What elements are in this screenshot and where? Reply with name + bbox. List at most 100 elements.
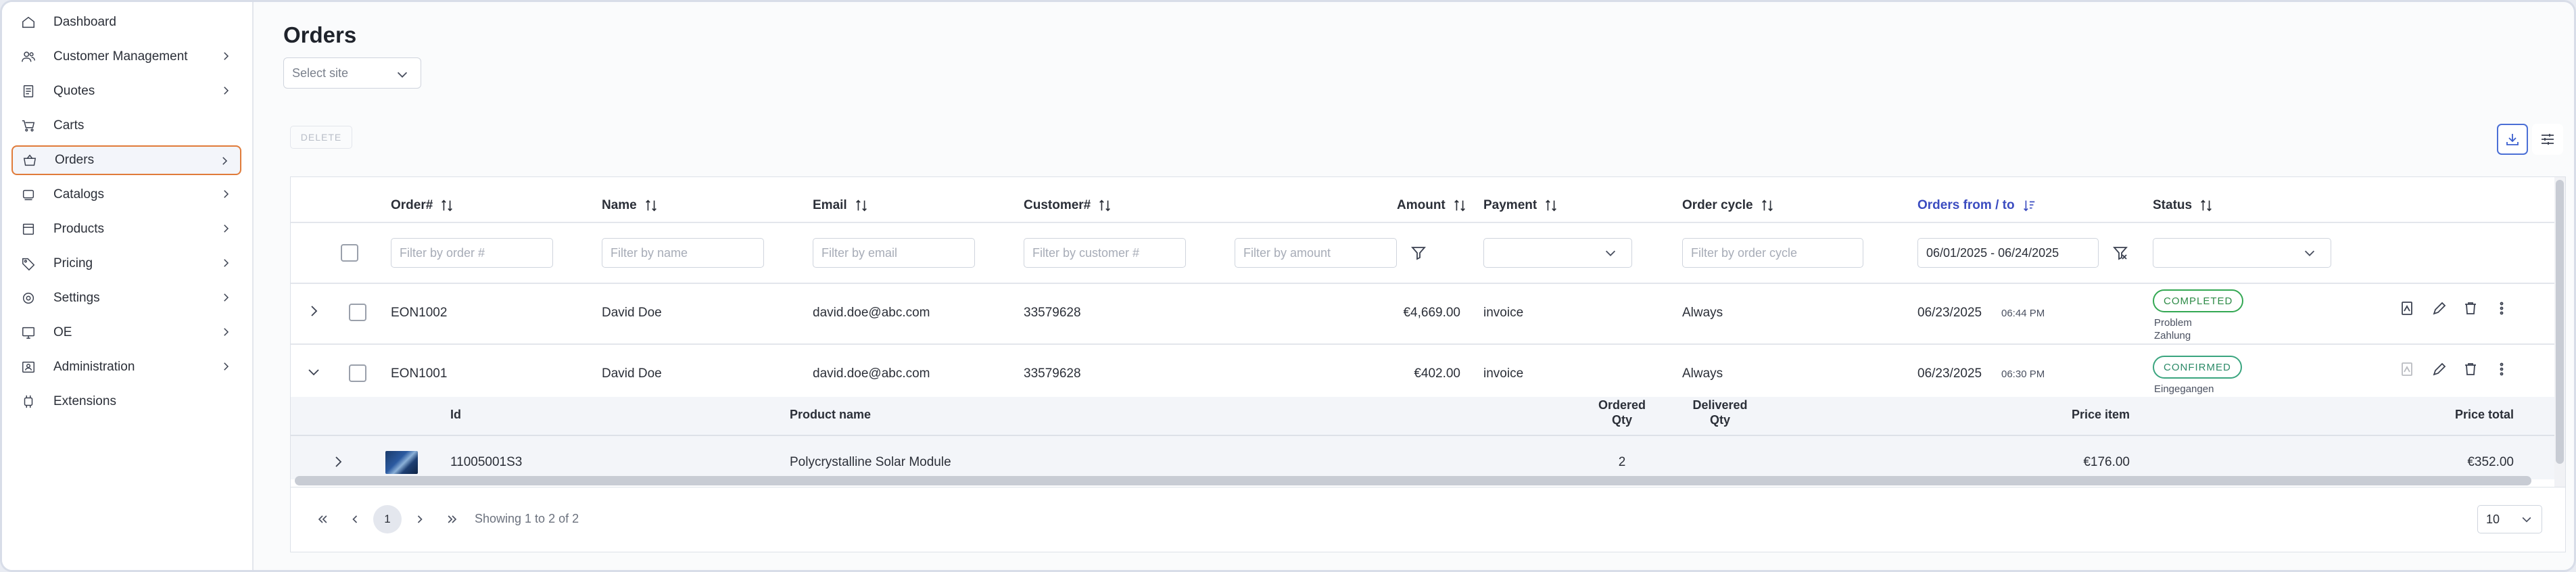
download-button[interactable]	[2497, 124, 2528, 155]
sidebar-item-catalogs[interactable]: Catalogs	[11, 180, 241, 210]
page-size-select[interactable]: 10	[2477, 505, 2542, 533]
payment: invoice	[1483, 366, 1524, 381]
payment-filter-select[interactable]	[1483, 238, 1632, 268]
pdf-icon[interactable]	[2399, 300, 2415, 320]
filter-email-input[interactable]: Filter by email	[813, 238, 975, 268]
filter-order-input[interactable]: Filter by order #	[391, 238, 553, 268]
product-id: 11005001S3	[450, 455, 523, 469]
status-note: Eingegangen	[2154, 383, 2214, 395]
prev-page-button[interactable]	[341, 505, 369, 533]
header-status[interactable]: Status	[2153, 192, 2214, 219]
horizontal-scrollbar[interactable]	[295, 476, 2531, 485]
header-amount[interactable]: Amount	[1397, 192, 1467, 219]
status-filter-select[interactable]	[2153, 238, 2331, 268]
last-page-button[interactable]	[438, 505, 467, 533]
sidebar-item-orders[interactable]: Orders	[11, 145, 241, 175]
status-badge: CONFIRMED	[2153, 356, 2242, 379]
edit-icon[interactable]	[2431, 361, 2448, 381]
clear-filter-icon[interactable]	[2112, 245, 2128, 264]
header-order-cycle[interactable]: Order cycle	[1682, 192, 1775, 219]
sidebar-item-label: OE	[53, 325, 72, 339]
next-page-button[interactable]	[406, 505, 434, 533]
more-options-icon[interactable]	[2494, 361, 2510, 381]
page-number-button[interactable]: 1	[373, 505, 402, 533]
sidebar-item-extensions[interactable]: Extensions	[11, 387, 241, 416]
site-select-placeholder: Select site	[292, 66, 349, 80]
sidebar-item-dashboard[interactable]: Dashboard	[11, 7, 241, 37]
row-checkbox[interactable]	[349, 364, 366, 382]
delete-icon[interactable]	[2462, 300, 2479, 320]
sidebar-item-quotes[interactable]: Quotes	[11, 76, 241, 106]
sidebar-item-products[interactable]: Products	[11, 214, 241, 244]
collapse-row-icon[interactable]	[306, 364, 322, 383]
gear-icon	[21, 291, 36, 306]
header-label: Customer#	[1024, 198, 1091, 212]
product-thumbnail	[385, 451, 418, 474]
app-frame: Dashboard Customer Management Quotes Car…	[0, 0, 2576, 572]
header-label: Amount	[1397, 198, 1446, 212]
sidebar-item-label: Extensions	[53, 394, 116, 408]
sort-icon	[1454, 199, 1465, 212]
vertical-scrollbar[interactable]	[2554, 177, 2565, 487]
header-order[interactable]: Order#	[391, 192, 454, 219]
header-customer[interactable]: Customer#	[1024, 192, 1112, 219]
sidebar-item-settings[interactable]: Settings	[11, 283, 241, 313]
row-checkbox[interactable]	[349, 304, 366, 321]
filter-order-cycle-input[interactable]: Filter by order cycle	[1682, 238, 1863, 268]
date-range-input[interactable]: 06/01/2025 - 06/24/2025	[1917, 238, 2099, 268]
sidebar-item-carts[interactable]: Carts	[11, 111, 241, 141]
header-email[interactable]: Email	[813, 192, 869, 219]
sidebar-item-customer-management[interactable]: Customer Management	[11, 42, 241, 72]
subheader-product-name: Product name	[790, 408, 872, 421]
sidebar-item-pricing[interactable]: Pricing	[11, 249, 241, 279]
filter-customer-input[interactable]: Filter by customer #	[1024, 238, 1186, 268]
expand-row-icon[interactable]	[330, 454, 346, 473]
users-icon	[21, 49, 36, 64]
results-count: Showing 1 to 2 of 2	[475, 512, 579, 525]
filter-name-input[interactable]: Filter by name	[602, 238, 764, 268]
delete-button[interactable]: DELETE	[290, 126, 352, 149]
sidebar-item-label: Products	[53, 222, 104, 236]
header-label: Payment	[1483, 198, 1537, 212]
payment: invoice	[1483, 306, 1524, 320]
order-time: 06:30 PM	[2001, 368, 2045, 380]
chevron-right-icon	[220, 360, 232, 373]
chevron-down-icon	[2302, 245, 2317, 264]
orders-table: Order# Name Email Customer# Amount Payme…	[290, 176, 2566, 487]
chevron-down-icon	[2520, 513, 2533, 529]
column-settings-button[interactable]	[2532, 124, 2563, 155]
expand-row-icon[interactable]	[306, 303, 322, 323]
chevron-right-icon	[220, 50, 232, 62]
header-label: Email	[813, 198, 847, 212]
scrollbar-thumb[interactable]	[2556, 180, 2564, 464]
sidebar-item-label: Quotes	[53, 84, 95, 98]
page-size-value: 10	[2486, 512, 2500, 526]
tag-icon	[21, 256, 36, 271]
select-all-checkbox[interactable]	[341, 244, 358, 262]
divider	[291, 435, 2554, 436]
pdf-icon[interactable]	[2399, 361, 2415, 381]
header-label: Name	[602, 198, 637, 212]
header-name[interactable]: Name	[602, 192, 659, 219]
order-time: 06:44 PM	[2001, 308, 2045, 319]
more-options-icon[interactable]	[2494, 300, 2510, 320]
sort-descending-icon	[2023, 200, 2034, 212]
divider	[291, 283, 2554, 284]
order-date: 06/23/2025	[1917, 366, 1982, 381]
sidebar-item-oe[interactable]: OE	[11, 318, 241, 348]
customer-number: 33579628	[1024, 306, 1081, 320]
email: david.doe@abc.com	[813, 306, 930, 320]
sidebar-item-label: Dashboard	[53, 15, 116, 29]
header-orders-from-to[interactable]: Orders from / to	[1917, 192, 2036, 219]
first-page-button[interactable]	[308, 505, 337, 533]
sidebar-item-label: Customer Management	[53, 49, 188, 64]
layers-icon	[21, 187, 36, 202]
price-total: €352.00	[2467, 455, 2514, 469]
header-payment[interactable]: Payment	[1483, 192, 1558, 219]
filter-amount-input[interactable]: Filter by amount	[1235, 238, 1397, 268]
delete-icon[interactable]	[2462, 361, 2479, 381]
filter-icon[interactable]	[1410, 245, 1427, 264]
site-select[interactable]: Select site	[283, 57, 421, 89]
sidebar-item-administration[interactable]: Administration	[11, 352, 241, 382]
edit-icon[interactable]	[2431, 300, 2448, 320]
